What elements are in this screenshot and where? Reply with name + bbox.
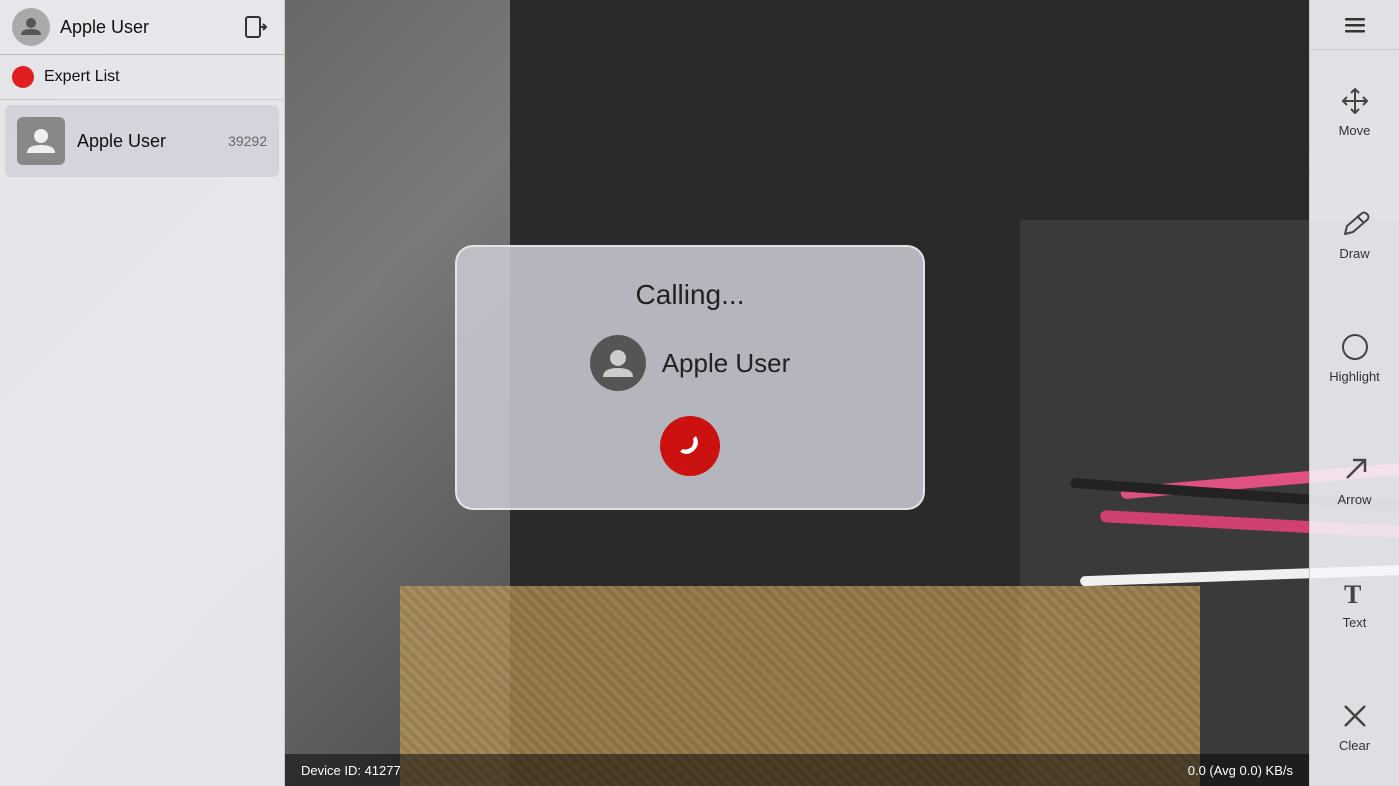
header-title: Apple User (60, 17, 240, 38)
expert-list-label: Expert List (44, 68, 120, 86)
clear-tool[interactable]: Clear (1310, 664, 1399, 786)
sidebar-header: Apple User (0, 0, 284, 55)
draw-label: Draw (1339, 246, 1369, 261)
calling-status: Calling... (636, 279, 745, 311)
arrow-tool[interactable]: Arrow (1310, 418, 1399, 541)
status-bar: Device ID: 41277 0.0 (Avg 0.0) KB/s (285, 754, 1309, 786)
end-call-button[interactable] (660, 416, 720, 476)
status-dot (12, 66, 34, 88)
user-list-item[interactable]: Apple User 39292 (5, 105, 279, 177)
expert-list-bar: Expert List (0, 55, 284, 100)
move-icon (1337, 83, 1373, 119)
toolbar: Move Draw Highlight Arrow (1309, 0, 1399, 786)
calling-username: Apple User (662, 348, 791, 379)
clear-label: Clear (1339, 738, 1370, 753)
calling-dialog: Calling... Apple User (455, 245, 925, 510)
text-tool[interactable]: T Text (1310, 541, 1399, 664)
clear-icon (1337, 698, 1373, 734)
calling-user-row: Apple User (590, 335, 791, 391)
logout-button[interactable] (240, 11, 272, 43)
user-info: Apple User (77, 131, 228, 152)
user-avatar (17, 117, 65, 165)
svg-text:T: T (1344, 580, 1361, 609)
move-label: Move (1339, 123, 1371, 138)
move-tool[interactable]: Move (1310, 50, 1399, 173)
user-id: 39292 (228, 133, 267, 149)
highlight-label: Highlight (1329, 369, 1380, 384)
arrow-icon (1337, 452, 1373, 488)
sidebar: Apple User Expert List Apple User 39292 (0, 0, 285, 786)
user-name: Apple User (77, 131, 228, 152)
speed-indicator: 0.0 (Avg 0.0) KB/s (1188, 763, 1293, 778)
menu-button[interactable] (1310, 0, 1399, 50)
calling-avatar (590, 335, 646, 391)
header-avatar (12, 8, 50, 46)
text-icon: T (1337, 575, 1373, 611)
highlight-tool[interactable]: Highlight (1310, 296, 1399, 419)
draw-icon (1337, 206, 1373, 242)
device-id: Device ID: 41277 (301, 763, 401, 778)
arrow-label: Arrow (1338, 492, 1372, 507)
highlight-icon (1337, 329, 1373, 365)
draw-tool[interactable]: Draw (1310, 173, 1399, 296)
text-label: Text (1343, 615, 1367, 630)
